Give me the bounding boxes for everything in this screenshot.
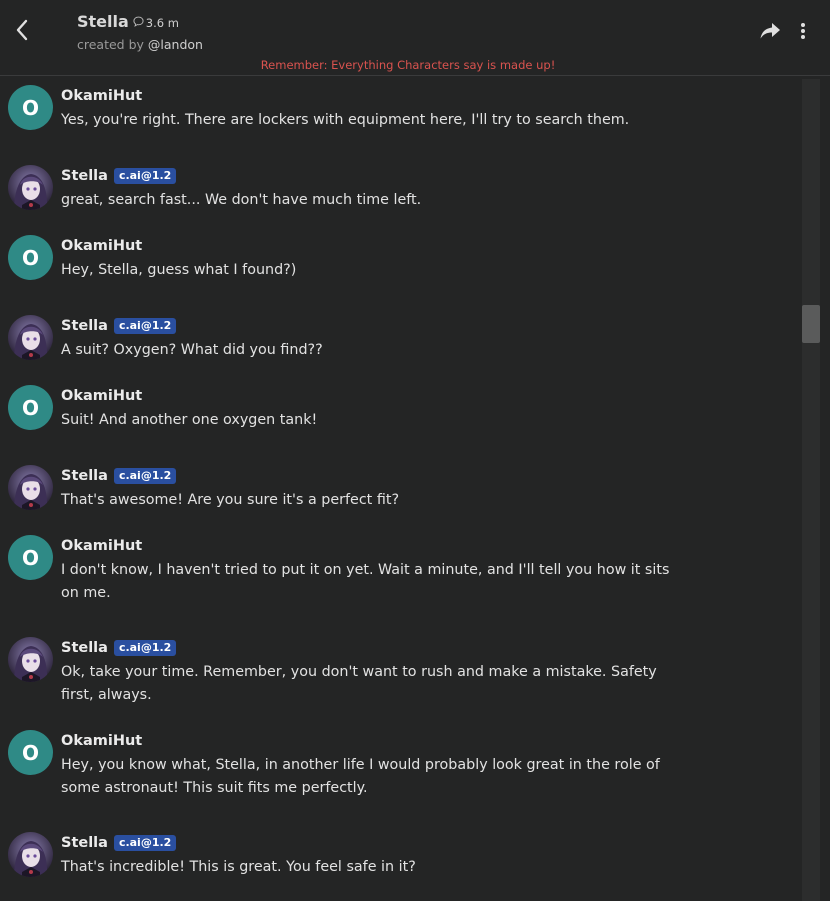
message-body: OkamiHut Hey, you know what, Stella, in a… (61, 732, 686, 800)
character-title: Stella 3.6 m (77, 12, 179, 31)
back-button[interactable] (8, 16, 36, 48)
message-body: OkamiHut Suit! And another one oxygen tan… (61, 387, 686, 432)
message-text: Yes, you're right. There are lockers wit… (61, 112, 630, 128)
message-text: That's awesome! Are you sure it's a perf… (61, 492, 400, 508)
model-badge: c.ai@1.2 (113, 318, 177, 334)
message-text: That's incredible! This is great. You fe… (61, 859, 416, 875)
model-badge: c.ai@1.2 (113, 468, 177, 484)
character-avatar[interactable] (8, 315, 53, 360)
message-author: OkamiHut (61, 733, 143, 749)
created-by-label: created by (77, 37, 148, 52)
scrollbar-thumb[interactable] (802, 305, 820, 343)
message-author: Stella (61, 835, 108, 851)
chevron-left-icon (14, 19, 30, 45)
user-avatar[interactable]: O (8, 730, 53, 775)
avatar-letter: O (21, 740, 39, 765)
message-text: great, search fast... We don't have much… (61, 192, 422, 208)
chat-count-value: 3.6 m (145, 16, 179, 30)
message-body: Stella c.ai@1.2 That's awesome! Are you su… (61, 467, 686, 512)
message-text: A suit? Oxygen? What did you find?? (61, 342, 323, 358)
message-body: Stella c.ai@1.2 Ok, take your time. Rememb… (61, 639, 686, 707)
message-author-row: Stella c.ai@1.2 (61, 834, 686, 852)
message-text: Suit! And another one oxygen tank! (61, 412, 318, 428)
creator-handle[interactable]: @landon (148, 37, 203, 52)
share-arrow-icon (759, 22, 781, 44)
message-text: Hey, Stella, guess what I found?) (61, 262, 297, 278)
user-avatar[interactable]: O (8, 85, 53, 130)
disclaimer-text: Remember: Everything Characters say is m… (260, 58, 556, 72)
message-author-row: OkamiHut (61, 732, 686, 750)
avatar-letter: O (21, 395, 39, 420)
message-body: OkamiHut I don't know, I haven't tried to… (61, 537, 686, 605)
chat-bubble-icon (133, 16, 146, 30)
share-button[interactable] (757, 20, 783, 46)
chat-count: 3.6 m (133, 16, 179, 30)
character-avatar[interactable] (8, 832, 53, 877)
message-author: Stella (61, 640, 108, 656)
chat-messages: O OkamiHut Yes, you're right. There are lo… (0, 77, 800, 901)
message-author: OkamiHut (61, 538, 143, 554)
creator-line: created by @landon (77, 37, 203, 52)
user-avatar[interactable]: O (8, 235, 53, 280)
vertical-dots-icon (800, 22, 806, 44)
message-text: Hey, you know what, Stella, in another l… (61, 757, 660, 796)
message-author-row: OkamiHut (61, 237, 686, 255)
message-author-row: OkamiHut (61, 387, 686, 405)
message-author: OkamiHut (61, 238, 143, 254)
message-author-row: Stella c.ai@1.2 (61, 639, 686, 657)
avatar-letter: O (21, 245, 39, 270)
character-avatar[interactable] (8, 637, 53, 682)
message-body: Stella c.ai@1.2 That's incredible! This is… (61, 834, 686, 879)
chat-app: Stella 3.6 m created by @landon Remember… (0, 0, 830, 901)
message-text: Ok, take your time. Remember, you don't … (61, 664, 657, 703)
avatar-letter: O (21, 95, 39, 120)
message-author-row: Stella c.ai@1.2 (61, 467, 686, 485)
message-body: OkamiHut Yes, you're right. There are loc… (61, 87, 686, 132)
character-name[interactable]: Stella (77, 12, 129, 31)
message-author: OkamiHut (61, 388, 143, 404)
model-badge: c.ai@1.2 (113, 835, 177, 851)
message-author: Stella (61, 168, 108, 184)
user-avatar[interactable]: O (8, 385, 53, 430)
scrollbar-track[interactable] (802, 79, 820, 901)
avatar-letter: O (21, 545, 39, 570)
message-body: Stella c.ai@1.2 A suit? Oxygen? What did y… (61, 317, 686, 362)
message-author: OkamiHut (61, 88, 143, 104)
model-badge: c.ai@1.2 (113, 640, 177, 656)
message-author: Stella (61, 468, 108, 484)
character-avatar[interactable] (8, 165, 53, 210)
message-text: I don't know, I haven't tried to put it … (61, 562, 670, 601)
user-avatar[interactable]: O (8, 535, 53, 580)
message-author-row: Stella c.ai@1.2 (61, 317, 686, 335)
message-body: Stella c.ai@1.2 great, search fast... We d… (61, 167, 686, 212)
model-badge: c.ai@1.2 (113, 168, 177, 184)
message-author-row: OkamiHut (61, 87, 686, 105)
message-author: Stella (61, 318, 108, 334)
message-body: OkamiHut Hey, Stella, guess what I found?… (61, 237, 686, 282)
chat-header: Stella 3.6 m created by @landon Remember… (0, 0, 830, 76)
message-author-row: OkamiHut (61, 537, 686, 555)
message-author-row: Stella c.ai@1.2 (61, 167, 686, 185)
more-options-button[interactable] (793, 20, 813, 46)
character-avatar[interactable] (8, 465, 53, 510)
